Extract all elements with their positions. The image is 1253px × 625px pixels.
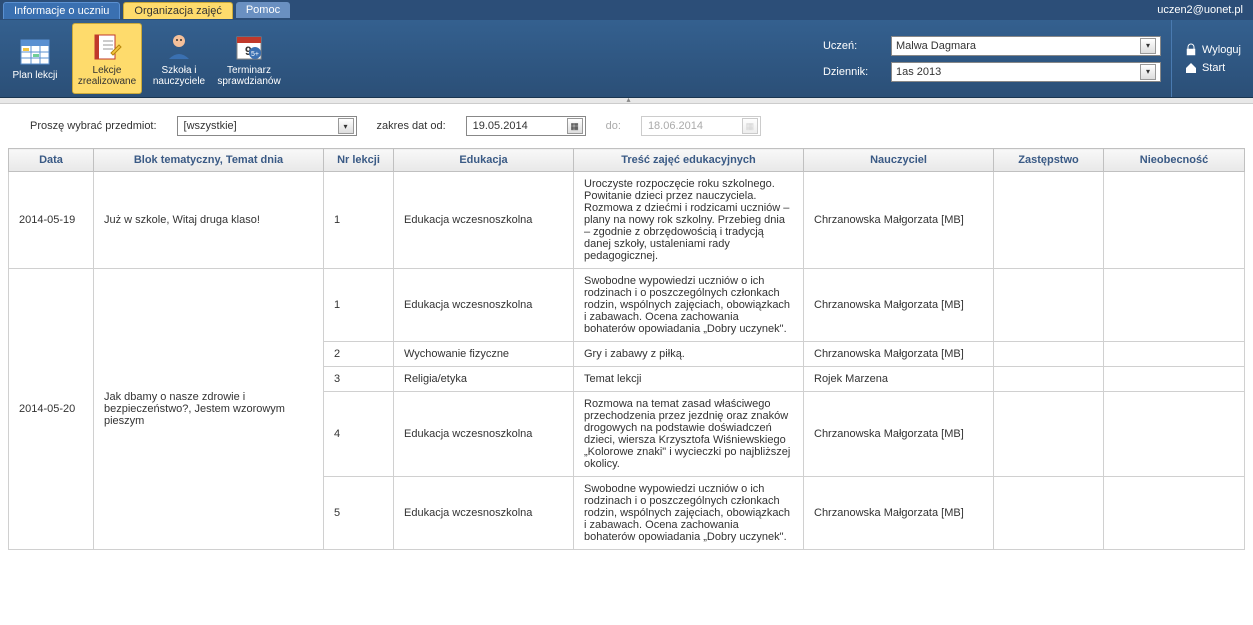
cell-edukacja: Religia/etyka [394,367,574,392]
splitter-handle[interactable] [0,98,1253,104]
cell-nr: 1 [324,269,394,342]
date-to-label: do: [606,120,621,132]
cell-nr: 3 [324,367,394,392]
uczen-label: Uczeń: [823,40,883,52]
date-from-value: 19.05.2014 [473,120,528,132]
cell-tresc: Temat lekcji [574,367,804,392]
th-blok[interactable]: Blok tematyczny, Temat dnia [94,149,324,172]
cell-zastepstwo [994,342,1104,367]
cell-data: 2014-05-19 [9,172,94,269]
subject-label: Proszę wybrać przedmiot: [30,120,157,132]
cell-tresc: Swobodne wypowiedzi uczniów o ich rodzin… [574,477,804,550]
cell-zastepstwo [994,477,1104,550]
cell-nieobecnosc [1104,367,1245,392]
tab-pomoc[interactable]: Pomoc [236,2,290,18]
chevron-down-icon: ▾ [1140,38,1156,54]
cell-edukacja: Edukacja wczesnoszkolna [394,172,574,269]
date-to-value: 18.06.2014 [648,120,703,132]
dziennik-label: Dziennik: [823,66,883,78]
cell-edukacja: Edukacja wczesnoszkolna [394,477,574,550]
subject-select[interactable]: [wszystkie] ▾ [177,116,357,136]
cell-blok: Jak dbamy o nasze zdrowie i bezpieczeńst… [94,269,324,550]
table-row[interactable]: 2014-05-19Już w szkole, Witaj druga klas… [9,172,1245,269]
dziennik-select[interactable]: 1as 2013 ▾ [891,62,1161,82]
cell-blok: Już w szkole, Witaj druga klaso! [94,172,324,269]
cell-nr: 4 [324,392,394,477]
table-row[interactable]: 2014-05-20Jak dbamy o nasze zdrowie i be… [9,269,1245,342]
cell-zastepstwo [994,172,1104,269]
cell-nr: 5 [324,477,394,550]
lessons-table: Data Blok tematyczny, Temat dnia Nr lekc… [8,148,1245,550]
th-nr[interactable]: Nr lekcji [324,149,394,172]
cell-nr: 1 [324,172,394,269]
cell-edukacja: Wychowanie fizyczne [394,342,574,367]
cell-nauczyciel: Chrzanowska Małgorzata [MB] [804,477,994,550]
cell-nieobecnosc [1104,269,1245,342]
ribbon: Plan lekcji Lekcje zrealizowane Szkoła i… [0,20,1253,98]
home-icon [1184,61,1198,75]
uczen-value: Malwa Dagmara [896,40,976,52]
teacher-icon [163,31,195,63]
calendar-grid-icon [19,36,51,68]
cell-nauczyciel: Rojek Marzena [804,367,994,392]
cell-zastepstwo [994,269,1104,342]
cell-tresc: Rozmowa na temat zasad właściwego przech… [574,392,804,477]
start-link[interactable]: Start [1184,61,1241,75]
uczen-select[interactable]: Malwa Dagmara ▾ [891,36,1161,56]
chevron-down-icon: ▾ [338,118,354,134]
cell-nieobecnosc [1104,477,1245,550]
ribbon-szkola[interactable]: Szkoła i nauczyciele [144,20,214,97]
user-email: uczen2@uonet.pl [1157,4,1253,16]
cell-nieobecnosc [1104,392,1245,477]
cell-nauczyciel: Chrzanowska Małgorzata [MB] [804,342,994,367]
dziennik-value: 1as 2013 [896,66,941,78]
logout-link[interactable]: Wyloguj [1184,43,1241,57]
subject-value: [wszystkie] [184,120,237,132]
ribbon-lekcje-zrealizowane[interactable]: Lekcje zrealizowane [72,23,142,94]
date-to-input: 18.06.2014 ▦ [641,116,761,136]
cell-nauczyciel: Chrzanowska Małgorzata [MB] [804,392,994,477]
cell-nr: 2 [324,342,394,367]
calendar-icon[interactable]: ▦ [567,118,583,134]
th-data[interactable]: Data [9,149,94,172]
cell-tresc: Swobodne wypowiedzi uczniów o ich rodzin… [574,269,804,342]
date-from-label: zakres dat od: [377,120,446,132]
tab-organizacja[interactable]: Organizacja zajęć [123,2,232,19]
calendar-number-icon: 95+ [233,31,265,63]
cell-tresc: Uroczyste rozpoczęcie roku szkolnego. Po… [574,172,804,269]
lock-icon [1184,43,1198,57]
th-zastepstwo[interactable]: Zastępstwo [994,149,1104,172]
calendar-icon: ▦ [742,118,758,134]
top-tab-bar: Informacje o uczniu Organizacja zajęć Po… [0,0,1253,20]
th-tresc[interactable]: Treść zajęć edukacyjnych [574,149,804,172]
cell-nieobecnosc [1104,172,1245,269]
cell-tresc: Gry i zabawy z piłką. [574,342,804,367]
cell-nieobecnosc [1104,342,1245,367]
cell-nauczyciel: Chrzanowska Małgorzata [MB] [804,172,994,269]
logout-label: Wyloguj [1202,44,1241,56]
th-nauczyciel[interactable]: Nauczyciel [804,149,994,172]
date-from-input[interactable]: 19.05.2014 ▦ [466,116,586,136]
ribbon-label: Plan lekcji [12,70,57,81]
cell-zastepstwo [994,367,1104,392]
cell-edukacja: Edukacja wczesnoszkolna [394,392,574,477]
svg-text:5+: 5+ [251,51,259,58]
th-nieobecnosc[interactable]: Nieobecność [1104,149,1245,172]
th-edukacja[interactable]: Edukacja [394,149,574,172]
notebook-pencil-icon [91,31,123,63]
tab-info[interactable]: Informacje o uczniu [3,2,120,19]
cell-data: 2014-05-20 [9,269,94,550]
ribbon-terminarz[interactable]: 95+ Terminarz sprawdzianów [214,20,284,97]
ribbon-label: Szkoła i nauczyciele [146,65,212,87]
start-label: Start [1202,62,1225,74]
cell-nauczyciel: Chrzanowska Małgorzata [MB] [804,269,994,342]
cell-zastepstwo [994,392,1104,477]
ribbon-label: Terminarz sprawdzianów [216,65,282,87]
ribbon-plan-lekcji[interactable]: Plan lekcji [0,20,70,97]
ribbon-label: Lekcje zrealizowane [75,65,139,87]
cell-edukacja: Edukacja wczesnoszkolna [394,269,574,342]
filter-bar: Proszę wybrać przedmiot: [wszystkie] ▾ z… [0,104,1253,148]
chevron-down-icon: ▾ [1140,64,1156,80]
